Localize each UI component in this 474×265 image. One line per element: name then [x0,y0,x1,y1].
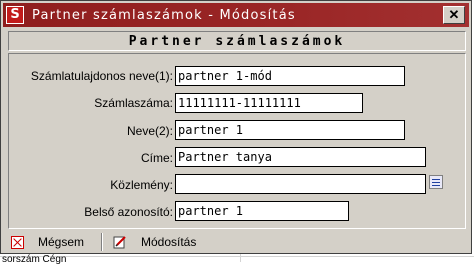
address-field[interactable]: Partner tanya [175,147,426,167]
modify-label: Módosítás [141,235,197,249]
cancel-button[interactable]: Mégsem [11,233,84,251]
edit-icon [113,235,127,249]
account-owner-label: Számlatulajdonos neve(1): [30,69,173,83]
app-icon: S [6,6,24,24]
remark-field[interactable] [175,174,426,194]
internal-id-field[interactable]: partner 1 [175,201,349,221]
cancel-icon [11,235,24,249]
cancel-label: Mégsem [38,235,85,249]
background-row-text: sorszám Cégn [2,254,67,265]
account-number-label: Számlaszáma: [94,96,173,110]
footer-toolbar: Mégsem Módosítás [3,231,471,253]
title-bar[interactable]: S Partner számlaszámok - Módosítás ✕ [3,3,469,27]
modify-dialog: S Partner számlaszámok - Módosítás ✕ Par… [0,0,472,254]
remark-lookup-button[interactable] [429,175,443,189]
section-title: Partner számlaszámok [128,34,346,49]
account-number-field[interactable]: 11111111-11111111 [175,93,363,113]
toolbar-separator [101,233,103,251]
section-header: Partner számlaszámok [8,31,466,51]
close-icon: ✕ [448,7,460,22]
window-title: Partner számlaszámok - Módosítás [32,8,296,23]
internal-id-label: Belső azonosító: [84,205,173,219]
account-owner-field[interactable]: partner 1-mód [175,66,405,86]
name2-field[interactable]: partner 1 [175,120,405,140]
name2-label: Neve(2): [126,124,173,138]
close-button[interactable]: ✕ [443,6,465,24]
address-label: Címe: [140,151,173,165]
modify-button[interactable]: Módosítás [113,233,196,251]
remark-label: Közlemény: [110,178,173,192]
